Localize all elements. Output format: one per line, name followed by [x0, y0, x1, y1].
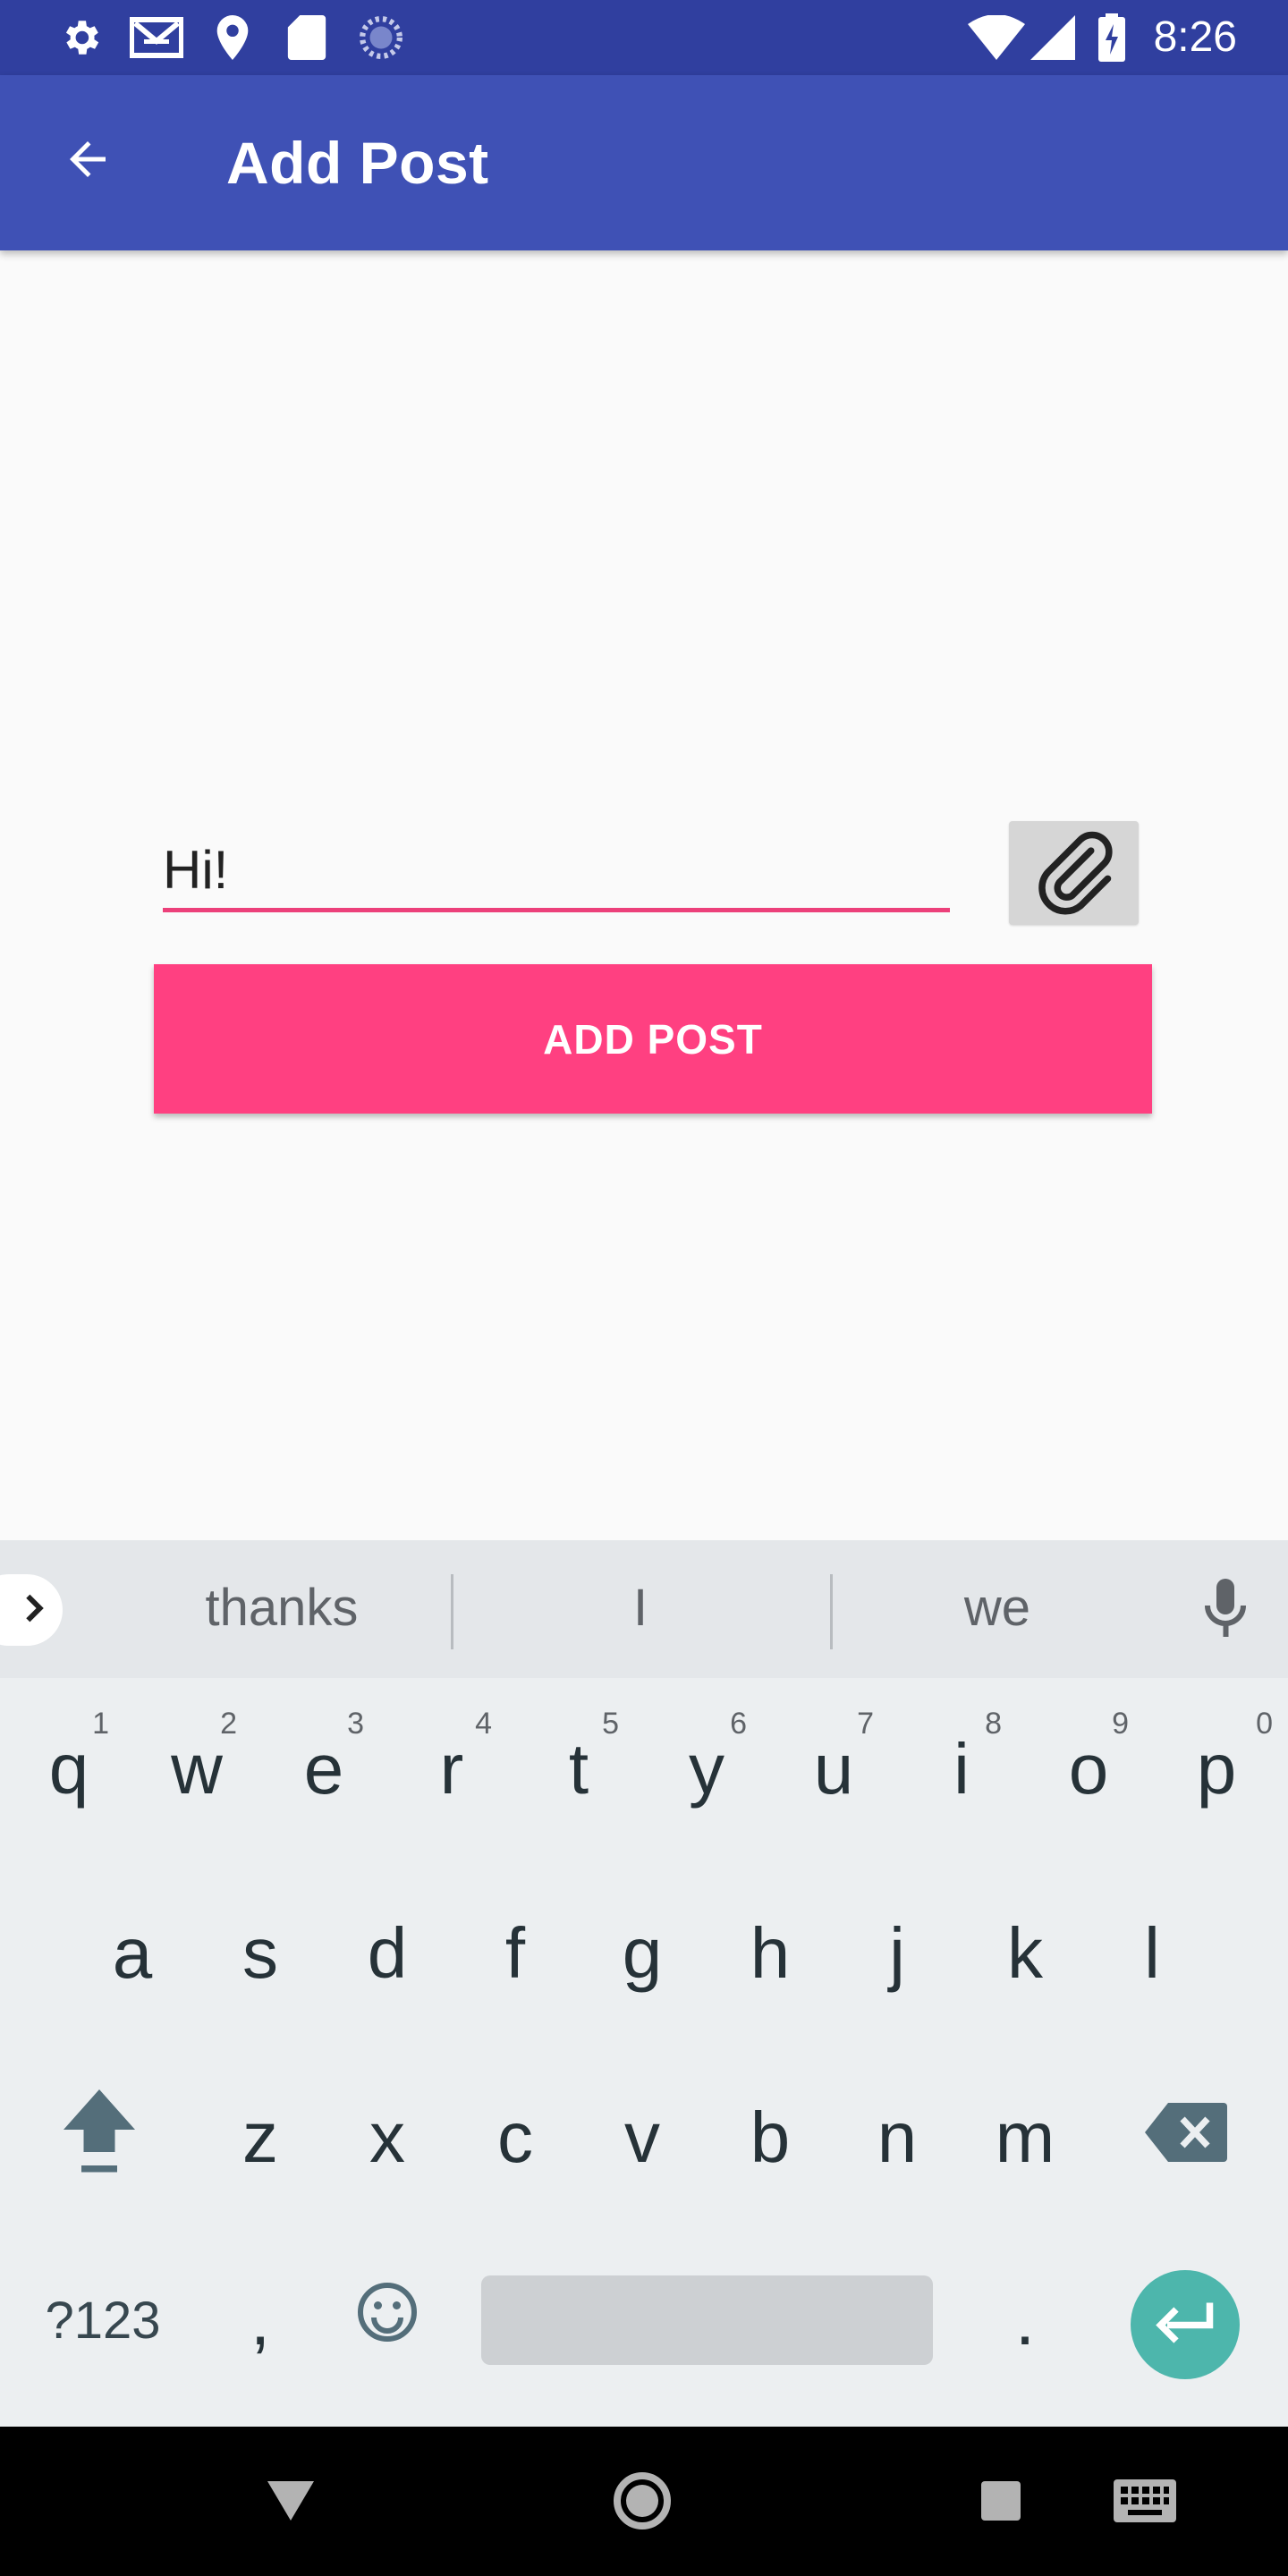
- keyboard-switch-icon: [1114, 2479, 1176, 2527]
- key-label: y: [689, 1729, 724, 1809]
- recents-square-icon: [981, 2480, 1021, 2525]
- attach-button[interactable]: [1009, 821, 1139, 925]
- suggestion-1[interactable]: thanks: [152, 1578, 411, 1638]
- post-text-input[interactable]: [163, 823, 950, 912]
- paperclip-icon: [1030, 826, 1119, 920]
- key-h[interactable]: h: [708, 1864, 832, 2043]
- wifi-icon: [968, 15, 1025, 60]
- key-label: r: [439, 1729, 464, 1809]
- add-post-button[interactable]: ADD POST: [154, 964, 1152, 1114]
- back-button[interactable]: [50, 123, 125, 199]
- nav-home-button[interactable]: [610, 2471, 674, 2534]
- key-label: q: [48, 1729, 89, 1809]
- backspace-icon: [1145, 2097, 1227, 2179]
- backspace-key[interactable]: [1124, 2048, 1248, 2227]
- emoji-icon: [355, 2279, 419, 2361]
- shift-icon: [59, 2085, 140, 2191]
- status-bar: 8:26: [0, 0, 1288, 75]
- key-label: t: [568, 1729, 589, 1809]
- key-d[interactable]: d: [326, 1864, 449, 2043]
- symbols-key[interactable]: ?123: [18, 2231, 188, 2410]
- arrow-back-icon: [61, 132, 114, 191]
- mic-icon: [1202, 1578, 1249, 1646]
- location-icon: [213, 15, 252, 60]
- suggestion-divider: [451, 1574, 453, 1649]
- key-label: i: [953, 1729, 970, 1809]
- key-q[interactable]: q1: [7, 1680, 131, 1859]
- key-a[interactable]: a: [71, 1864, 194, 2043]
- key-hint: 4: [475, 1707, 492, 1741]
- soft-keyboard: thanks I we q1 w2 e3 r4 t5 y6 u7 i8 o9 p…: [0, 1540, 1288, 2427]
- suggestion-bar: thanks I we: [0, 1540, 1288, 1678]
- key-u[interactable]: u7: [772, 1680, 895, 1859]
- sd-card-icon: [286, 15, 327, 60]
- key-r[interactable]: r4: [390, 1680, 513, 1859]
- comma-key[interactable]: ,: [199, 2231, 322, 2410]
- key-hint: 3: [347, 1707, 364, 1741]
- key-hint: 5: [602, 1707, 619, 1741]
- shift-key[interactable]: [38, 2048, 161, 2227]
- back-triangle-icon: [267, 2480, 314, 2525]
- app-bar: Add Post: [0, 75, 1288, 250]
- key-f[interactable]: f: [453, 1864, 577, 2043]
- key-i[interactable]: i8: [900, 1680, 1023, 1859]
- key-n[interactable]: n: [835, 2048, 959, 2227]
- suggestion-2[interactable]: I: [551, 1578, 730, 1638]
- key-hint: 6: [730, 1707, 747, 1741]
- cellular-signal-icon: [1029, 15, 1077, 60]
- emoji-key[interactable]: [326, 2231, 449, 2410]
- key-label: w: [171, 1729, 223, 1809]
- mic-button[interactable]: [1199, 1578, 1252, 1646]
- nav-recents-button[interactable]: [979, 2471, 1023, 2534]
- battery-charging-icon: [1097, 13, 1127, 62]
- key-t[interactable]: t5: [517, 1680, 640, 1859]
- enter-arrow-icon: [1154, 2301, 1216, 2350]
- suggestion-3[interactable]: we: [908, 1578, 1087, 1638]
- key-k[interactable]: k: [963, 1864, 1087, 2043]
- key-p[interactable]: p0: [1155, 1680, 1278, 1859]
- key-s[interactable]: s: [199, 1864, 322, 2043]
- settings-icon: [55, 16, 106, 59]
- home-circle-icon: [613, 2471, 672, 2535]
- key-e[interactable]: e3: [262, 1680, 386, 1859]
- key-label: o: [1068, 1729, 1109, 1809]
- key-v[interactable]: v: [580, 2048, 704, 2227]
- key-l[interactable]: l: [1090, 1864, 1214, 2043]
- suggestion-divider: [830, 1574, 833, 1649]
- key-o[interactable]: o9: [1027, 1680, 1150, 1859]
- nav-back-button[interactable]: [259, 2471, 322, 2534]
- nav-keyboard-button[interactable]: [1113, 2471, 1177, 2534]
- key-hint: 0: [1256, 1707, 1273, 1741]
- key-hint: 7: [857, 1707, 874, 1741]
- key-hint: 9: [1112, 1707, 1129, 1741]
- key-hint: 1: [92, 1707, 109, 1741]
- key-w[interactable]: w2: [135, 1680, 258, 1859]
- key-z[interactable]: z: [199, 2048, 322, 2227]
- status-time: 8:26: [1153, 13, 1237, 61]
- key-j[interactable]: j: [835, 1864, 959, 2043]
- key-m[interactable]: m: [963, 2048, 1087, 2227]
- key-label: u: [813, 1729, 854, 1809]
- expand-toolbar-button[interactable]: [0, 1574, 63, 1646]
- gmail-icon: [129, 16, 184, 59]
- key-y[interactable]: y6: [645, 1680, 768, 1859]
- navigation-bar: [0, 2427, 1288, 2576]
- key-g[interactable]: g: [580, 1864, 704, 2043]
- key-b[interactable]: b: [708, 2048, 832, 2227]
- key-x[interactable]: x: [326, 2048, 449, 2227]
- key-hint: 2: [220, 1707, 237, 1741]
- page-title: Add Post: [226, 130, 489, 196]
- sync-icon: [358, 16, 404, 59]
- period-key[interactable]: .: [963, 2231, 1087, 2410]
- space-key[interactable]: [481, 2275, 933, 2365]
- enter-key[interactable]: [1131, 2270, 1240, 2379]
- key-label: p: [1196, 1729, 1237, 1809]
- key-label: e: [303, 1729, 344, 1809]
- key-hint: 8: [985, 1707, 1002, 1741]
- key-c[interactable]: c: [453, 2048, 577, 2227]
- chevron-right-icon: [16, 1590, 52, 1631]
